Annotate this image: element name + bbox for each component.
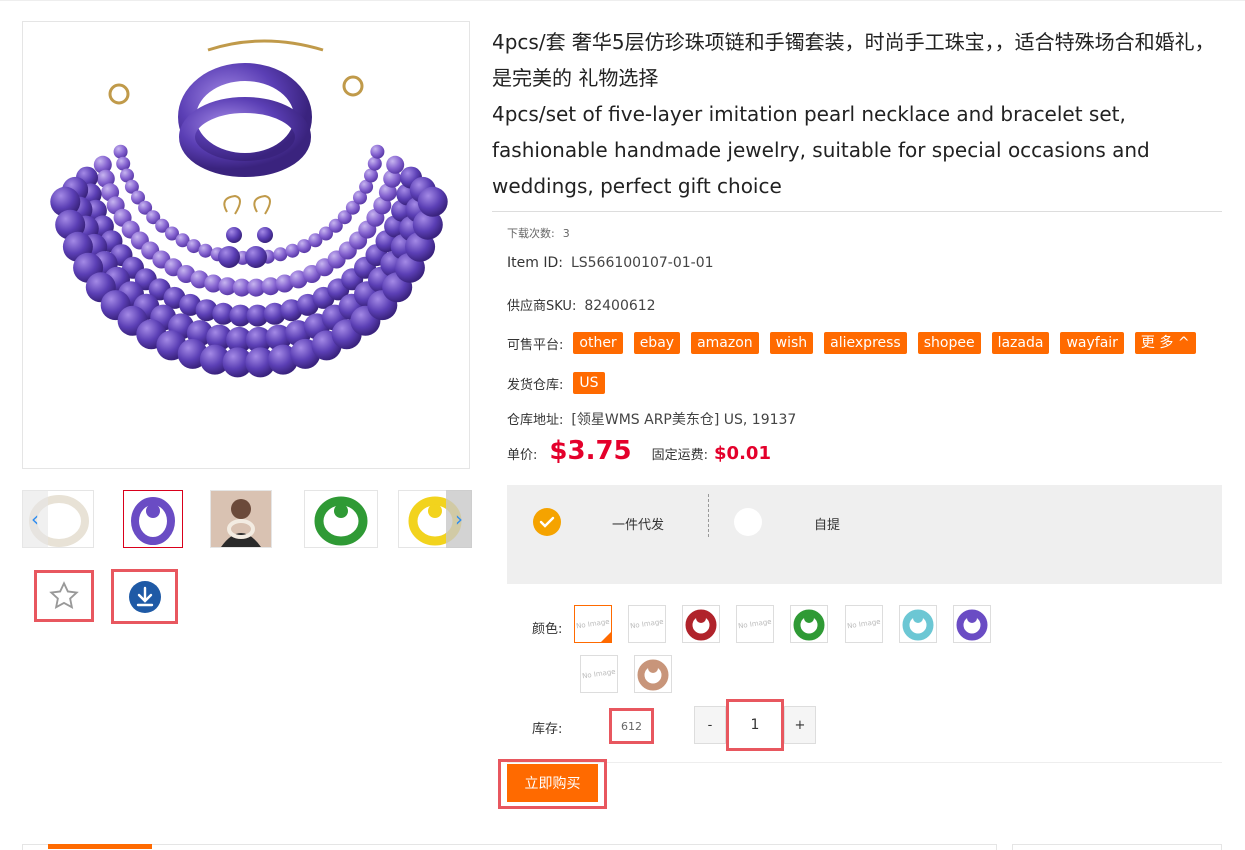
color-swatch-2[interactable]: No Image <box>628 605 666 643</box>
product-title-cn: 4pcs/套 奢华5层仿珍珠项链和手镯套装，时尚手工珠宝，，适合特殊场合和婚礼，… <box>492 30 1215 90</box>
side-panel <box>1012 844 1222 850</box>
product-title-en: 4pcs/set of five-layer imitation pearl n… <box>492 102 1150 198</box>
platform-tag-wayfair[interactable]: wayfair <box>1060 332 1124 354</box>
stock-label: 库存: <box>532 722 563 737</box>
swatch-necklace-icon <box>793 609 825 641</box>
next-thumbnail-button[interactable]: › <box>446 490 472 548</box>
no-image-placeholder: No Image <box>846 617 882 631</box>
fulfillment-options-panel: 一件代发 自提 <box>507 485 1222 584</box>
supplier-sku-value: 82400612 <box>584 298 656 314</box>
color-swatch-8[interactable] <box>953 605 991 643</box>
swatch-necklace-icon <box>637 659 669 691</box>
check-icon <box>539 516 555 528</box>
platforms-row: 可售平台: other ebay amazon wish aliexpress … <box>507 332 1207 354</box>
downloads-label: 下载次数: <box>507 227 555 240</box>
no-image-placeholder: No Image <box>737 617 773 631</box>
warehouse-row: 发货仓库: US <box>507 372 616 394</box>
platform-tag-wish[interactable]: wish <box>769 332 814 354</box>
warehouse-tag[interactable]: US <box>573 372 605 394</box>
swatch-necklace-icon <box>956 609 988 641</box>
shipping-fee-label: 固定运费: <box>651 448 709 463</box>
platform-tag-lazada[interactable]: lazada <box>991 332 1050 354</box>
thumbnail-2[interactable] <box>123 490 183 548</box>
platform-tag-ebay[interactable]: ebay <box>633 332 681 354</box>
active-tab-indicator[interactable] <box>48 844 152 849</box>
color-swatch-4[interactable]: No Image <box>736 605 774 643</box>
necklace-image <box>50 39 448 378</box>
star-icon <box>49 581 79 609</box>
downloads-value: 3 <box>562 227 570 240</box>
favorite-button[interactable] <box>34 570 94 622</box>
buy-now-button[interactable]: 立即购买 <box>507 764 598 802</box>
color-label: 颜色: <box>532 622 563 637</box>
selected-check-icon <box>601 632 611 642</box>
color-swatch-6[interactable]: No Image <box>845 605 883 643</box>
chevron-left-icon: ‹ <box>31 507 39 531</box>
unit-price-label: 单价: <box>507 448 538 463</box>
platform-tag-amazon[interactable]: amazon <box>691 332 759 354</box>
address-row: 仓库地址: [领星WMS ARP美东仓] US, 19137 <box>507 409 796 429</box>
pickup-label[interactable]: 自提 <box>814 514 840 533</box>
options-separator <box>708 494 709 537</box>
pickup-radio[interactable] <box>734 508 762 536</box>
prev-thumbnail-button[interactable]: ‹ <box>22 490 48 548</box>
thumbnail-3[interactable] <box>210 490 272 548</box>
color-swatch-9[interactable]: No Image <box>580 655 618 693</box>
dropship-radio[interactable] <box>533 508 561 536</box>
price-row: 单价: $3.75 固定运费: $0.01 <box>507 436 771 466</box>
supplier-sku-row: 供应商SKU: 82400612 <box>507 295 656 314</box>
product-title: 4pcs/套 奢华5层仿珍珠项链和手镯套装，时尚手工珠宝，，适合特殊场合和婚礼，… <box>492 24 1222 204</box>
downloads-row: 下载次数: 3 <box>507 225 570 241</box>
item-id-label: Item ID: <box>507 255 563 271</box>
quantity-decrease-button[interactable]: - <box>694 706 726 744</box>
dropship-label[interactable]: 一件代发 <box>612 514 664 533</box>
swatch-necklace-icon <box>685 609 717 641</box>
color-swatch-3[interactable] <box>682 605 720 643</box>
quantity-increase-button[interactable]: + <box>784 706 816 744</box>
color-swatch-5[interactable] <box>790 605 828 643</box>
item-id-row: Item ID: LS566100107-01-01 <box>507 255 714 271</box>
color-swatch-10[interactable] <box>634 655 672 693</box>
platform-tag-other[interactable]: other <box>573 332 623 354</box>
no-image-placeholder: No Image <box>581 667 617 681</box>
download-button[interactable] <box>111 569 178 624</box>
no-image-placeholder: No Image <box>629 617 665 631</box>
thumbnail-strip: ‹ › <box>22 490 472 550</box>
more-platforms-button[interactable]: 更 多 ^ <box>1134 332 1196 354</box>
unit-price-value: $3.75 <box>549 436 632 466</box>
warehouse-label: 发货仓库: <box>507 377 564 393</box>
download-icon <box>128 580 161 613</box>
supplier-sku-label: 供应商SKU: <box>507 299 577 314</box>
detail-tabs <box>22 844 997 850</box>
title-divider <box>492 211 1222 212</box>
stock-value: 612 <box>609 708 654 744</box>
no-image-placeholder: No Image <box>575 617 611 631</box>
platforms-label: 可售平台: <box>507 337 564 353</box>
main-product-image <box>22 21 470 469</box>
address-value: [领星WMS ARP美东仓] US, 19137 <box>571 412 797 428</box>
swatch-necklace-icon <box>902 609 934 641</box>
shipping-fee-value: $0.01 <box>714 443 771 464</box>
action-divider <box>507 762 1222 763</box>
color-swatch-7[interactable] <box>899 605 937 643</box>
thumbnail-4[interactable] <box>304 490 378 548</box>
platform-tag-aliexpress[interactable]: aliexpress <box>824 332 907 354</box>
quantity-input[interactable]: 1 <box>726 699 784 751</box>
color-swatch-1[interactable]: No Image <box>574 605 612 643</box>
platform-tag-shopee[interactable]: shopee <box>917 332 981 354</box>
item-id-value: LS566100107-01-01 <box>570 255 714 271</box>
address-label: 仓库地址: <box>507 413 564 428</box>
chevron-right-icon: › <box>455 507 463 531</box>
top-divider <box>0 0 1245 1</box>
